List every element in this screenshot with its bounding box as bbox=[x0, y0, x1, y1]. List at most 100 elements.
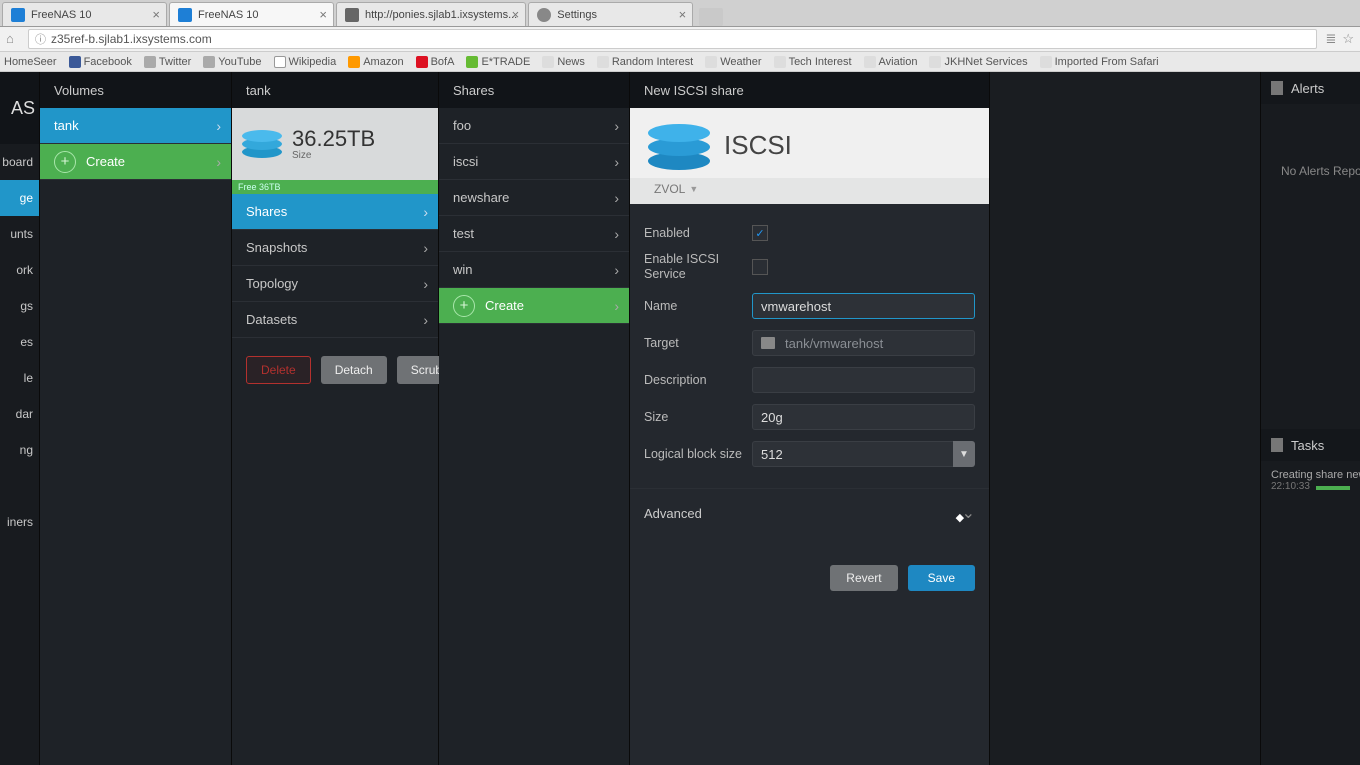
alerts-header[interactable]: Alerts bbox=[1261, 72, 1360, 104]
close-icon[interactable]: × bbox=[679, 7, 687, 22]
bookmark[interactable]: Random Interest bbox=[597, 56, 693, 68]
revert-button[interactable]: Revert bbox=[830, 565, 897, 591]
share-item-iscsi[interactable]: iscsi› bbox=[439, 144, 629, 180]
enable-service-checkbox[interactable]: ✓ bbox=[752, 259, 768, 275]
delete-button[interactable]: Delete bbox=[246, 356, 311, 384]
url-bar: ⌂ ⓘz35ref-b.sjlab1.ixsystems.com ≣ ☆ bbox=[0, 27, 1360, 52]
tasks-header[interactable]: Tasks bbox=[1261, 429, 1360, 461]
chevron-right-icon: › bbox=[423, 312, 428, 328]
dropdown-button[interactable]: ▼ bbox=[953, 441, 975, 467]
bookmark[interactable]: News bbox=[542, 56, 585, 68]
free-space-bar: Free 36TB bbox=[232, 180, 438, 194]
bookmark[interactable]: Amazon bbox=[348, 56, 403, 68]
volumes-column: Volumes tank › + Create › bbox=[40, 72, 232, 765]
chevron-right-icon: › bbox=[614, 298, 619, 314]
nav-containers[interactable]: iners bbox=[0, 504, 39, 540]
nav-peering[interactable]: ng bbox=[0, 432, 39, 468]
browser-tab[interactable]: FreeNAS 10 × bbox=[169, 2, 334, 26]
save-button[interactable]: Save bbox=[908, 565, 975, 591]
menu-icon[interactable]: ≣ bbox=[1325, 31, 1336, 47]
browser-tab[interactable]: FreeNAS 10 × bbox=[2, 2, 167, 26]
tasks-icon bbox=[1271, 438, 1283, 452]
nav-accounts[interactable]: unts bbox=[0, 216, 39, 252]
size-input[interactable] bbox=[752, 404, 975, 430]
tab-label: FreeNAS 10 bbox=[198, 9, 259, 21]
volume-item-tank[interactable]: tank › bbox=[40, 108, 231, 144]
tank-menu-shares[interactable]: Shares› bbox=[232, 194, 438, 230]
nav-console[interactable]: le bbox=[0, 360, 39, 396]
chevron-down-icon: ▼ bbox=[689, 184, 698, 194]
share-item-newshare[interactable]: newshare› bbox=[439, 180, 629, 216]
browser-tab[interactable]: http://ponies.sjlab1.ixsystems...× bbox=[336, 2, 526, 26]
bookmark[interactable]: HomeSeer bbox=[4, 56, 57, 68]
nav-dashboard[interactable]: board bbox=[0, 144, 39, 180]
lbs-select[interactable] bbox=[752, 441, 953, 467]
column-header: Volumes bbox=[40, 72, 231, 108]
browser-tab[interactable]: Settings× bbox=[528, 2, 693, 26]
create-label: Create bbox=[485, 298, 614, 313]
left-nav: AS board ge unts ork gs es le dar ng ine… bbox=[0, 72, 40, 765]
folder-icon bbox=[597, 56, 609, 68]
close-icon[interactable]: × bbox=[152, 7, 160, 22]
nav-storage[interactable]: ge bbox=[0, 180, 39, 216]
chevron-right-icon: › bbox=[614, 226, 619, 242]
nav-network[interactable]: ork bbox=[0, 252, 39, 288]
url-input[interactable]: ⓘz35ref-b.sjlab1.ixsystems.com bbox=[28, 29, 1317, 49]
label-enabled: Enabled bbox=[644, 226, 752, 241]
right-sidebar: Alerts No Alerts Repo Tasks Creating sha… bbox=[1260, 72, 1360, 765]
name-input[interactable] bbox=[752, 293, 975, 319]
progress-bar bbox=[1316, 486, 1350, 490]
description-input[interactable] bbox=[752, 367, 975, 393]
share-item-win[interactable]: win› bbox=[439, 252, 629, 288]
nav-services[interactable]: es bbox=[0, 324, 39, 360]
nav-settings[interactable]: gs bbox=[0, 288, 39, 324]
label-target: Target bbox=[644, 336, 752, 351]
close-icon[interactable]: × bbox=[319, 7, 327, 22]
bookmark[interactable]: Imported From Safari bbox=[1040, 56, 1159, 68]
tank-menu-datasets[interactable]: Datasets› bbox=[232, 302, 438, 338]
bookmark[interactable]: Wikipedia bbox=[274, 56, 337, 68]
share-item-test[interactable]: test› bbox=[439, 216, 629, 252]
bookmark[interactable]: Weather bbox=[705, 56, 761, 68]
chevron-right-icon: › bbox=[614, 118, 619, 134]
bookmark[interactable]: Aviation bbox=[864, 56, 918, 68]
bofa-icon bbox=[416, 56, 428, 68]
create-share-button[interactable]: + Create › bbox=[439, 288, 629, 324]
enabled-checkbox[interactable]: ✓ bbox=[752, 225, 768, 241]
home-icon[interactable]: ⌂ bbox=[6, 31, 22, 47]
tab-label: FreeNAS 10 bbox=[31, 9, 92, 21]
folder-icon bbox=[929, 56, 941, 68]
create-volume-button[interactable]: + Create › bbox=[40, 144, 231, 180]
label-size: Size bbox=[644, 410, 752, 425]
chevron-down-icon: ⌄◆ bbox=[962, 503, 975, 523]
close-icon[interactable]: × bbox=[512, 7, 520, 22]
star-icon[interactable]: ☆ bbox=[1342, 31, 1354, 47]
favicon bbox=[178, 8, 192, 22]
bookmark[interactable]: Facebook bbox=[69, 56, 132, 68]
new-tab-button[interactable] bbox=[699, 8, 723, 26]
target-input[interactable]: tank/vmwarehost bbox=[752, 330, 975, 356]
wikipedia-icon bbox=[274, 56, 286, 68]
bookmark[interactable]: Tech Interest bbox=[774, 56, 852, 68]
nav-blank[interactable] bbox=[0, 468, 39, 504]
volume-size-label: Size bbox=[292, 150, 375, 161]
share-title: ISCSI bbox=[724, 130, 792, 161]
share-type-dropdown[interactable]: ZVOL▼ bbox=[630, 178, 989, 204]
nav-calendar[interactable]: dar bbox=[0, 396, 39, 432]
chevron-right-icon: › bbox=[423, 276, 428, 292]
tank-menu-snapshots[interactable]: Snapshots› bbox=[232, 230, 438, 266]
bookmark[interactable]: JKHNet Services bbox=[929, 56, 1027, 68]
bookmark[interactable]: Twitter bbox=[144, 56, 191, 68]
chevron-right-icon: › bbox=[216, 154, 221, 170]
share-item-foo[interactable]: foo› bbox=[439, 108, 629, 144]
detach-button[interactable]: Detach bbox=[321, 356, 387, 384]
tank-menu-topology[interactable]: Topology› bbox=[232, 266, 438, 302]
bookmark[interactable]: YouTube bbox=[203, 56, 261, 68]
advanced-toggle[interactable]: Advanced ⌄◆ bbox=[630, 488, 989, 537]
task-item: Creating share news 22:10:33 bbox=[1261, 461, 1360, 500]
tab-label: http://ponies.sjlab1.ixsystems... bbox=[365, 9, 517, 21]
bookmark[interactable]: BofA bbox=[416, 56, 455, 68]
favicon bbox=[345, 8, 359, 22]
bookmark[interactable]: E*TRADE bbox=[466, 56, 530, 68]
column-header: Shares bbox=[439, 72, 629, 108]
